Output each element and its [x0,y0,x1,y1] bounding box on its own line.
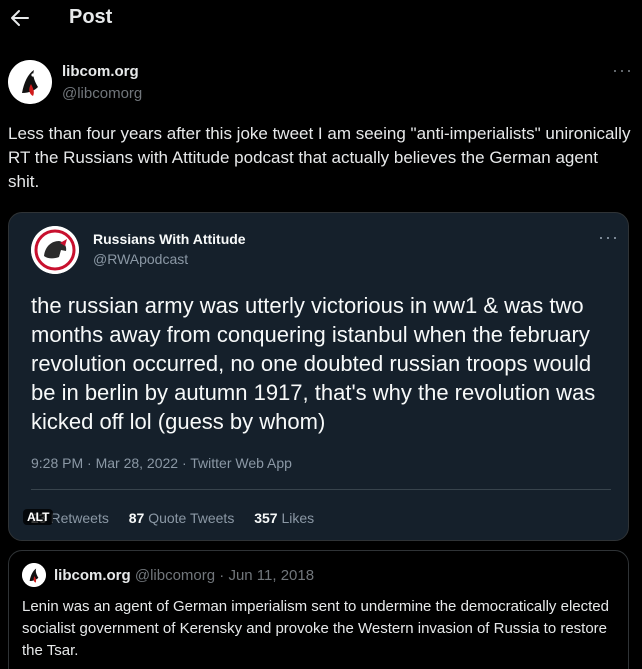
quote-text: Lenin was an agent of German imperialism… [22,598,609,659]
quotes-stat: 87 Quote Tweets [129,510,235,526]
likes-stat: 357 Likes [254,510,314,526]
header-bar: Post [0,0,642,40]
rwa-avatar [31,226,79,274]
libcom-logo-icon [22,563,46,587]
image-tweet-meta: 9:28 PM · Mar 28, 2022 · Twitter Web App [31,455,292,471]
quotes-count: 87 [128,510,145,526]
author-avatar[interactable] [8,60,52,104]
more-options-button[interactable]: ··· [612,60,633,81]
image-stats: 23 Retweets 87 Quote Tweets 357 Likes [31,510,330,526]
image-author-handle: @RWApodcast [93,251,189,267]
quotes-label: Quote Tweets [148,510,235,526]
libcom-logo-icon [8,60,52,104]
author-name[interactable]: libcom.org [62,63,139,80]
quoted-tweet[interactable]: libcom.org @libcomorg · Jun 11, 2018 Len… [8,550,629,669]
back-button[interactable] [8,4,32,32]
quote-author-handle: @libcomorg [134,567,216,584]
image-more-icon: ··· [598,227,619,247]
post-page: Post libcom.org @libcomorg ··· Less than… [0,0,642,669]
quote-avatar [22,563,46,587]
image-divider [31,489,611,490]
quote-header: libcom.org @libcomorg · Jun 11, 2018 [54,567,314,584]
rwa-logo-icon [31,226,79,274]
arrow-left-icon [11,10,29,26]
retweets-label: Retweets [50,510,109,526]
likes-count: 357 [254,510,278,526]
quote-separator: · [219,567,225,584]
alt-badge[interactable]: ALT [23,509,54,525]
tweet-text: Less than four years after this joke twe… [8,124,631,191]
author-handle[interactable]: @libcomorg [62,85,142,102]
tweet-image[interactable]: Russians With Attitude @RWApodcast ··· t… [8,212,629,541]
image-tweet-text: the russian army was utterly victorious … [31,293,596,434]
quote-author-name: libcom.org [54,567,131,584]
page-title: Post [69,6,113,28]
image-author-name: Russians With Attitude [93,231,246,247]
likes-label: Likes [281,510,315,526]
quote-date: Jun 11, 2018 [228,567,315,584]
